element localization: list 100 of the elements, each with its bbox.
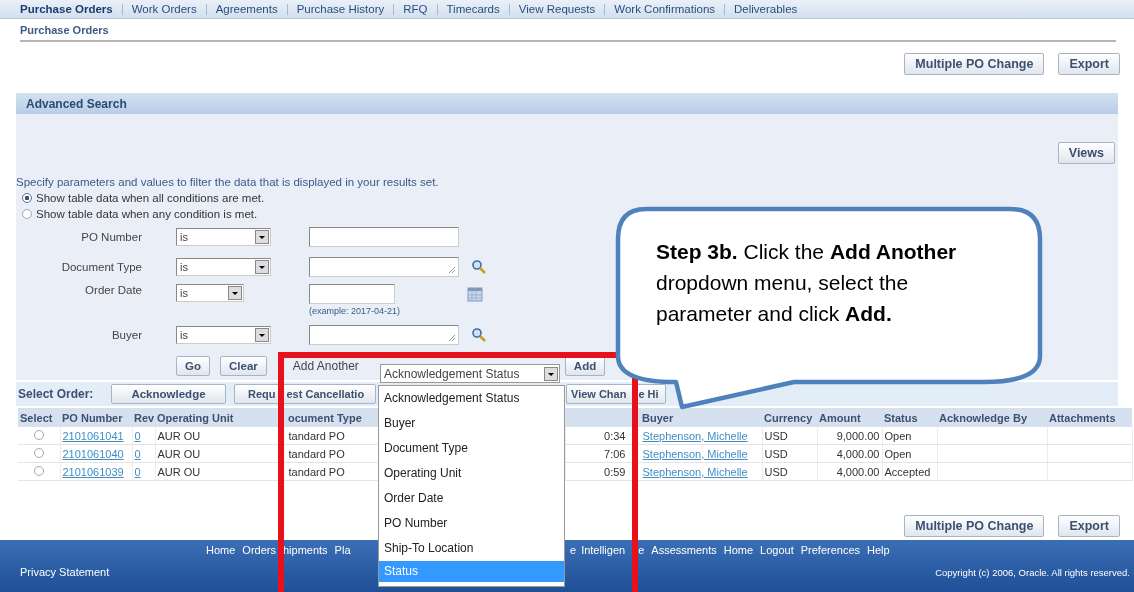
caret-icon bbox=[255, 328, 269, 342]
footer-link[interactable]: Assessments bbox=[651, 544, 717, 556]
table-cell: AUR OU bbox=[155, 427, 280, 445]
action-button[interactable]: Export bbox=[1058, 53, 1120, 75]
footer-link[interactable]: Preferences bbox=[800, 544, 861, 556]
footer-link[interactable]: Home bbox=[723, 544, 754, 556]
tab[interactable]: Timecards bbox=[436, 3, 509, 15]
field-label: PO Number bbox=[80, 231, 142, 243]
table-cell: Open bbox=[882, 427, 937, 445]
table-cell: Open bbox=[882, 444, 937, 463]
field-label: Buyer bbox=[110, 329, 142, 341]
row-radio[interactable] bbox=[33, 447, 44, 458]
row-radio[interactable] bbox=[33, 429, 44, 440]
caret-icon bbox=[255, 230, 269, 244]
column-header: PO Number bbox=[60, 408, 132, 427]
input-field[interactable] bbox=[309, 284, 395, 304]
dropdown-option[interactable]: Order Date bbox=[379, 486, 564, 511]
calendar-icon[interactable] bbox=[467, 286, 483, 302]
input-field[interactable] bbox=[309, 227, 459, 247]
tab[interactable]: Purchase History bbox=[286, 3, 394, 15]
radio-label: Show table data when all conditions are met. bbox=[36, 192, 265, 204]
add-another-label: Add Another bbox=[292, 359, 359, 373]
buyer-link[interactable]: Stephenson, Michelle bbox=[642, 465, 748, 478]
operator-select[interactable]: is bbox=[176, 284, 244, 302]
caret-icon bbox=[544, 366, 558, 381]
dropdown-option[interactable]: Acknowledgement Status bbox=[379, 386, 564, 411]
privacy-link[interactable]: Privacy Statement bbox=[20, 566, 110, 578]
clear-button[interactable]: Clear bbox=[220, 356, 267, 376]
go-button[interactable]: Go bbox=[176, 356, 210, 376]
table-cell: USD bbox=[762, 462, 817, 481]
footer-link[interactable]: Logout bbox=[760, 544, 794, 556]
column-header: Status bbox=[882, 408, 937, 427]
footer-link[interactable]: Help bbox=[867, 544, 890, 556]
column-header: Currency bbox=[762, 408, 817, 427]
radio-label: Show table data when any condition is met. bbox=[36, 208, 258, 220]
operator-select[interactable]: is bbox=[176, 326, 271, 344]
views-button[interactable]: Views bbox=[1057, 142, 1115, 164]
operator-select[interactable]: is bbox=[176, 258, 271, 276]
resize-icon bbox=[448, 334, 456, 342]
column-header: Operating Unit bbox=[155, 408, 280, 427]
footer-link[interactable]: hipments bbox=[282, 544, 328, 556]
field-label: Document Type bbox=[60, 261, 142, 273]
field-label: Order Date bbox=[84, 284, 142, 296]
section-header: Advanced Search bbox=[16, 93, 1118, 114]
revision-link[interactable]: 0 bbox=[134, 465, 141, 478]
order-action-button[interactable]: Requ est Cancellatio bbox=[234, 384, 376, 404]
table-cell: 4,000.00 bbox=[817, 444, 882, 463]
column-header: Amount bbox=[817, 408, 882, 427]
dropdown-option[interactable]: Ship-To Location bbox=[379, 536, 564, 561]
po-number-link[interactable]: 2101061039 bbox=[62, 465, 124, 478]
operator-select[interactable]: is bbox=[176, 228, 271, 246]
dropdown-option[interactable]: Operating Unit bbox=[379, 461, 564, 486]
input-field[interactable] bbox=[309, 325, 459, 345]
action-button[interactable]: Multiple PO Change bbox=[904, 515, 1045, 537]
add-button[interactable]: Add bbox=[564, 356, 606, 376]
po-number-link[interactable]: 2101061041 bbox=[62, 429, 124, 442]
input-field[interactable] bbox=[309, 257, 459, 277]
tab[interactable]: View Requests bbox=[508, 3, 605, 15]
footer-link[interactable]: Pla bbox=[334, 544, 351, 556]
callout-text: Step 3b. Click the Add Another dropdown menu, select the parameter and click Add. bbox=[656, 239, 958, 327]
footer-link[interactable]: Home bbox=[206, 544, 236, 556]
po-number-link[interactable]: 2101061040 bbox=[62, 447, 124, 460]
search-icon[interactable] bbox=[471, 259, 487, 275]
footer-link[interactable]: Intelligen bbox=[581, 544, 626, 556]
action-button[interactable]: Multiple PO Change bbox=[904, 53, 1045, 75]
revision-link[interactable]: 0 bbox=[134, 429, 141, 442]
buyer-link[interactable]: Stephenson, Michelle bbox=[642, 429, 748, 442]
tab[interactable]: Agreements bbox=[205, 3, 287, 15]
date-hint: (example: 2017-04-21) bbox=[309, 306, 402, 316]
buyer-link[interactable]: Stephenson, Michelle bbox=[642, 447, 748, 460]
column-header: Acknowledge By bbox=[937, 408, 1047, 427]
tab[interactable]: Work Orders bbox=[121, 3, 206, 15]
table-cell: 9,000.00 bbox=[817, 427, 882, 445]
resize-icon bbox=[448, 266, 456, 274]
action-button[interactable]: Export bbox=[1058, 515, 1120, 537]
caret-icon bbox=[228, 286, 242, 300]
instruction-text: Specify parameters and values to filter the data that is displayed in your results set. bbox=[16, 176, 440, 188]
revision-link[interactable]: 0 bbox=[134, 447, 141, 460]
footer-link[interactable]: Orders bbox=[242, 544, 276, 556]
footer-link[interactable]: e bbox=[638, 544, 645, 556]
tab[interactable]: Deliverables bbox=[724, 3, 807, 15]
table-cell: USD bbox=[762, 427, 817, 445]
tab[interactable]: Work Confirmations bbox=[604, 3, 725, 15]
order-action-button[interactable]: Acknowledge bbox=[111, 384, 226, 404]
dropdown-option[interactable]: PO Number bbox=[379, 511, 564, 536]
search-icon[interactable] bbox=[471, 327, 487, 343]
table-cell: AUR OU bbox=[155, 444, 280, 463]
table-cell: USD bbox=[762, 444, 817, 463]
dropdown-option[interactable]: Document Type bbox=[379, 436, 564, 461]
caret-icon bbox=[255, 260, 269, 274]
dropdown-select[interactable]: Acknowledgement Status bbox=[380, 364, 560, 383]
tab[interactable]: Purchase Orders bbox=[20, 3, 122, 15]
radio-button[interactable] bbox=[22, 193, 32, 203]
tab[interactable]: RFQ bbox=[393, 3, 437, 15]
radio-button[interactable] bbox=[22, 209, 32, 219]
row-radio[interactable] bbox=[33, 465, 44, 476]
dropdown-option[interactable]: Buyer bbox=[379, 411, 564, 436]
column-header: Select bbox=[18, 408, 60, 427]
order-action-button[interactable]: View Chan e Hi bbox=[566, 384, 666, 404]
footer-link[interactable]: e bbox=[570, 544, 577, 556]
